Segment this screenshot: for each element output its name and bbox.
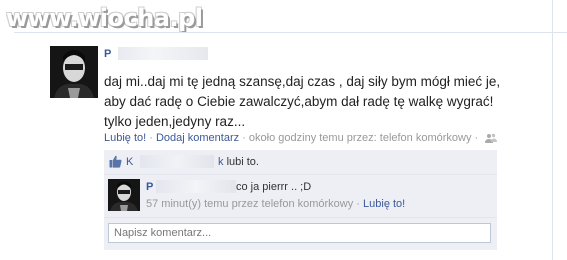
comment-item: P co ja pierrr .. ;D 57 minut(y) temu pr…	[104, 175, 497, 218]
thumbs-up-icon	[109, 155, 122, 171]
comment-input[interactable]	[108, 223, 491, 243]
comment-meta: 57 minut(y) temu przez telefon komórkowy…	[146, 198, 405, 210]
post-author-avatar[interactable]	[50, 46, 98, 98]
comment-timestamp: 57 minut(y) temu przez telefon komórkowy	[146, 198, 354, 210]
likes-text: k lubi to.	[218, 156, 259, 168]
right-divider	[552, 0, 553, 260]
post-timestamp: około godziny temu przez: telefon komórk…	[248, 132, 472, 144]
post-like-link[interactable]: Lubię to!	[104, 132, 146, 144]
friends-audience-icon[interactable]	[485, 133, 498, 146]
post-meta: Lubię to! · Dodaj komentarz · około godz…	[104, 132, 498, 146]
comment-author-redaction	[156, 180, 236, 193]
comment-author-avatar[interactable]	[108, 179, 140, 211]
comment-author-name[interactable]: P	[146, 181, 153, 193]
comment-composer	[104, 218, 497, 250]
comment-meta-separator: ·	[353, 198, 364, 210]
liker-name[interactable]: K	[126, 156, 133, 168]
header-divider	[14, 32, 567, 33]
comment-like-link[interactable]: Lubię to!	[363, 198, 405, 210]
meta-separator: ·	[239, 132, 249, 144]
liker-name-tail[interactable]: k	[218, 156, 224, 168]
likes-row: K k lubi to.	[104, 150, 497, 175]
post-author-name[interactable]: P	[104, 48, 111, 60]
top-band: www.wiocha.pl	[0, 0, 567, 40]
post-text: daj mi..daj mi tę jedną szansę,daj czas …	[104, 74, 501, 129]
meta-separator: ·	[146, 132, 156, 144]
post-author-redaction	[118, 47, 208, 60]
likes-suffix: lubi to.	[226, 156, 259, 168]
add-comment-link[interactable]: Dodaj komentarz	[156, 132, 239, 144]
meta-separator: ·	[471, 132, 482, 144]
liker-name-redaction	[140, 155, 214, 168]
site-watermark: www.wiocha.pl	[6, 4, 203, 32]
comment-text: co ja pierrr .. ;D	[236, 181, 312, 193]
